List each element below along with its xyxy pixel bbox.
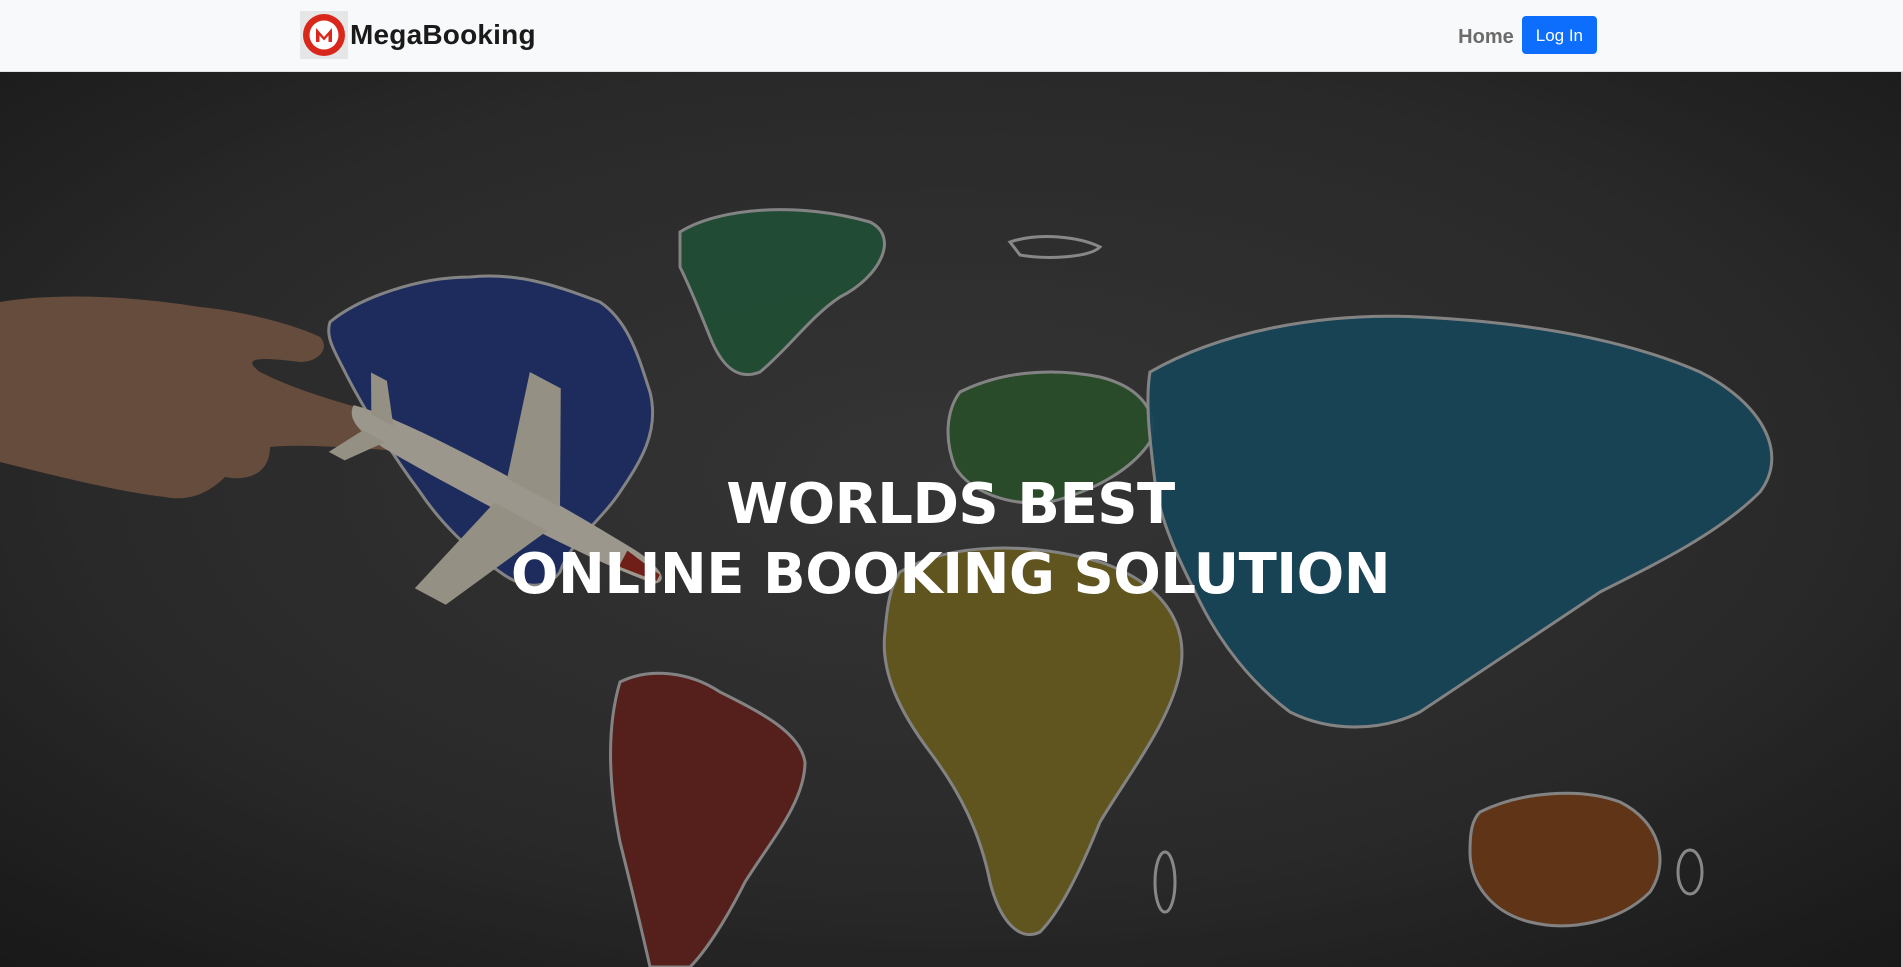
page: MegaBooking Home Log In WORLDS BEST ONLI… (0, 0, 1903, 967)
hero-section: WORLDS BEST ONLINE BOOKING SOLUTION (0, 72, 1901, 967)
navbar: MegaBooking Home Log In (0, 0, 1903, 72)
mega-m-logo-icon (300, 11, 348, 59)
nav-home-link[interactable]: Home (1458, 26, 1514, 49)
login-button[interactable]: Log In (1521, 16, 1597, 54)
hero-heading-line-1: WORLDS BEST (726, 472, 1175, 537)
hero-heading: WORLDS BEST ONLINE BOOKING SOLUTION (0, 470, 1901, 610)
brand-link[interactable]: MegaBooking (300, 10, 536, 60)
brand-name: MegaBooking (350, 19, 536, 50)
hero-heading-line-2: ONLINE BOOKING SOLUTION (510, 542, 1391, 607)
nav-links: Home Log In (1458, 16, 1597, 54)
